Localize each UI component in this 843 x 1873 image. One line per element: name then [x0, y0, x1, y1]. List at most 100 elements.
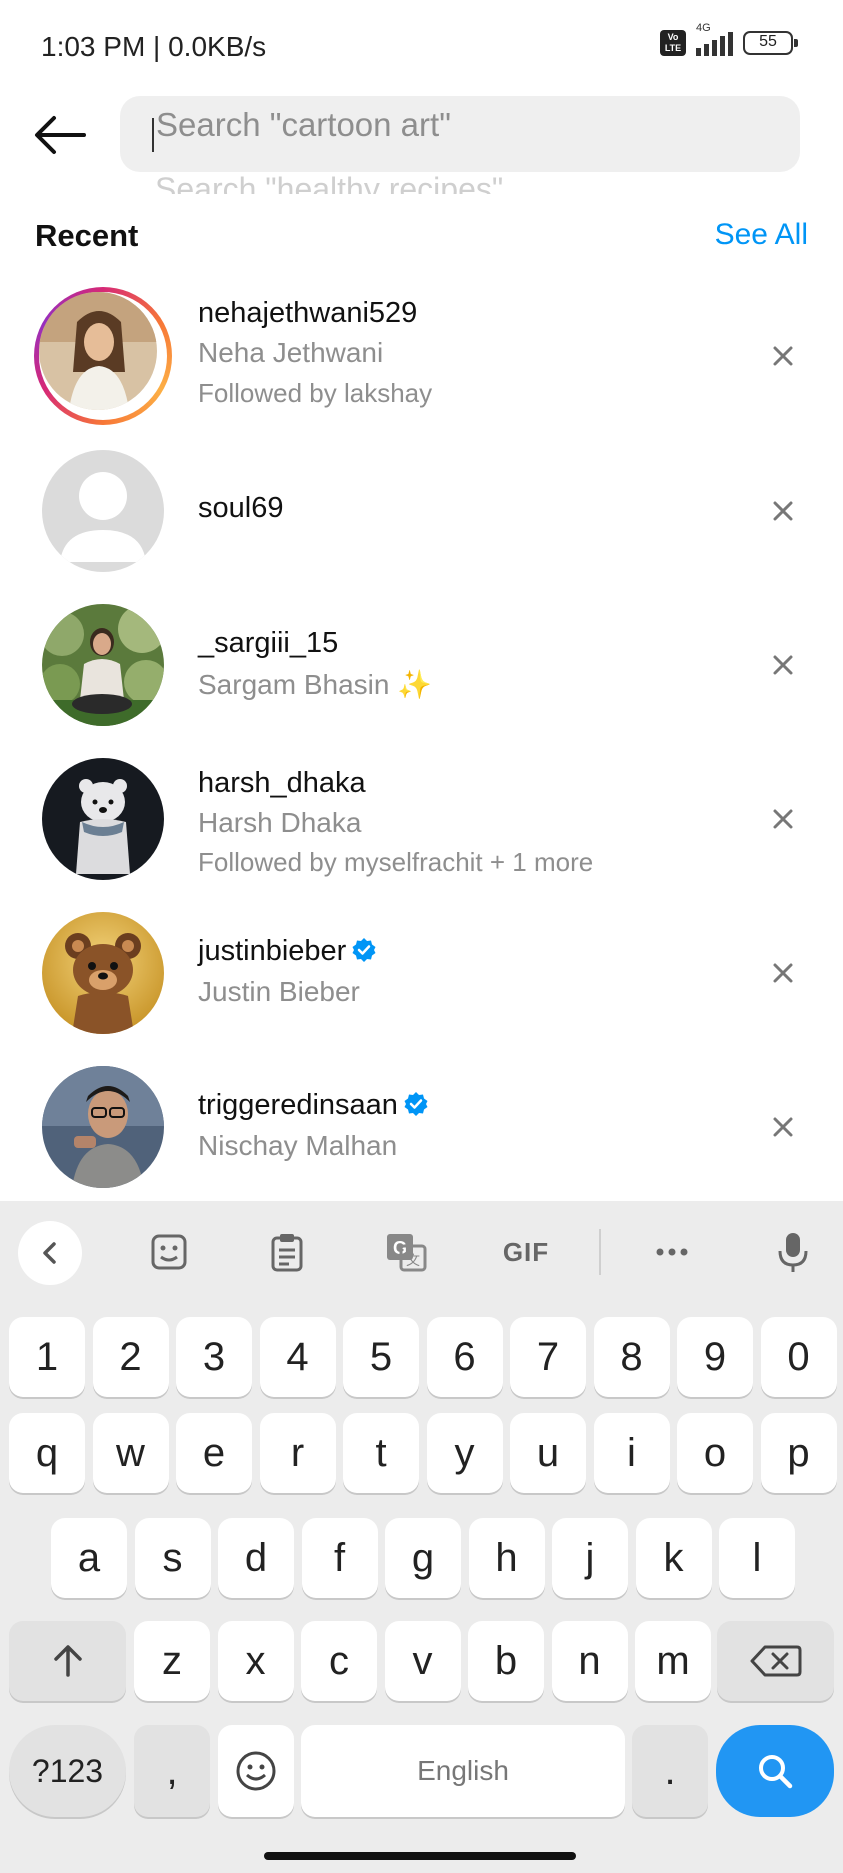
- avatar: [42, 758, 164, 880]
- text-caret: [152, 118, 154, 152]
- shift-icon: [53, 1645, 82, 1677]
- key-m[interactable]: m: [635, 1621, 711, 1701]
- voice-input-button[interactable]: [762, 1221, 824, 1283]
- key-b[interactable]: b: [468, 1621, 544, 1701]
- search-icon: [759, 1755, 793, 1789]
- key-o[interactable]: o: [677, 1413, 753, 1493]
- account-username: triggeredinsaan: [198, 1089, 430, 1122]
- key-y[interactable]: y: [426, 1413, 503, 1493]
- keyboard-toolbar: G文 GIF: [0, 1201, 843, 1301]
- collapse-toolbar-button[interactable]: [18, 1221, 82, 1285]
- verified-badge-icon: [404, 1092, 428, 1116]
- sticker-button[interactable]: [138, 1221, 200, 1283]
- avatar: [39, 292, 157, 410]
- symbols-key[interactable]: ?123: [9, 1725, 126, 1817]
- avatar: [42, 912, 164, 1034]
- key-p[interactable]: p: [760, 1413, 837, 1493]
- key-r[interactable]: r: [259, 1413, 336, 1493]
- recent-account-row[interactable]: harsh_dhaka Harsh Dhaka Followed by myse…: [0, 747, 843, 901]
- status-bar: 1:03 PM | 0.0KB/s Vo LTE 4G 55: [0, 0, 843, 96]
- remove-icon[interactable]: [768, 804, 798, 834]
- avatar-placeholder: [42, 450, 164, 572]
- backspace-key[interactable]: [717, 1621, 834, 1701]
- key-v[interactable]: v: [384, 1621, 461, 1701]
- home-indicator: [264, 1852, 576, 1860]
- recent-account-row[interactable]: soul69: [0, 439, 843, 593]
- key-6[interactable]: 6: [426, 1317, 503, 1397]
- keyboard: G文 GIF 1234567890 qwertyuiop asdfghjkl zxcv…: [0, 1201, 843, 1873]
- key-j[interactable]: j: [552, 1518, 628, 1598]
- recent-account-row[interactable]: justinbieber Justin Bieber: [0, 901, 843, 1055]
- backspace-icon: [750, 1645, 801, 1677]
- arrow-left-icon: [35, 116, 86, 154]
- key-3[interactable]: 3: [176, 1317, 252, 1397]
- key-0[interactable]: 0: [760, 1317, 837, 1397]
- key-l[interactable]: l: [719, 1518, 795, 1598]
- key-2[interactable]: 2: [92, 1317, 169, 1397]
- status-time: 1:03 PM | 0.0KB/s: [41, 31, 267, 62]
- story-ring[interactable]: [34, 287, 172, 425]
- translate-button[interactable]: G文: [375, 1221, 437, 1283]
- key-w[interactable]: w: [92, 1413, 169, 1493]
- comma-key[interactable]: ,: [134, 1725, 210, 1817]
- key-8[interactable]: 8: [593, 1317, 670, 1397]
- key-q[interactable]: q: [9, 1413, 85, 1493]
- recent-account-row[interactable]: triggeredinsaan Nischay Malhan: [0, 1055, 843, 1209]
- recent-account-row[interactable]: nehajethwani529 Neha Jethwani Followed b…: [0, 283, 843, 437]
- key-z[interactable]: z: [134, 1621, 210, 1701]
- translate-icon: G文: [387, 1234, 427, 1272]
- key-s[interactable]: s: [134, 1518, 211, 1598]
- search-key[interactable]: [716, 1725, 834, 1817]
- key-e[interactable]: e: [176, 1413, 252, 1493]
- key-7[interactable]: 7: [510, 1317, 586, 1397]
- key-4[interactable]: 4: [259, 1317, 336, 1397]
- volte-icon: Vo LTE: [660, 30, 686, 56]
- avatar: [42, 604, 164, 726]
- search-input[interactable]: Search "cartoon art": [120, 96, 800, 172]
- key-x[interactable]: x: [217, 1621, 294, 1701]
- search-placeholder: Search "cartoon art": [156, 106, 451, 143]
- period-key[interactable]: .: [632, 1725, 708, 1817]
- key-k[interactable]: k: [635, 1518, 712, 1598]
- screen: 1:03 PM | 0.0KB/s Vo LTE 4G 55 Search "ca…: [0, 0, 843, 1873]
- key-5[interactable]: 5: [343, 1317, 419, 1397]
- mic-icon: [778, 1233, 808, 1272]
- account-followed-by: Followed by myselfrachit + 1 more: [198, 847, 594, 877]
- key-n[interactable]: n: [551, 1621, 628, 1701]
- account-full-name: Justin Bieber: [198, 976, 360, 1007]
- remove-icon[interactable]: [768, 958, 798, 988]
- space-key[interactable]: English: [301, 1725, 625, 1817]
- back-button[interactable]: [32, 110, 92, 160]
- verified-badge-icon: [352, 938, 376, 962]
- remove-icon[interactable]: [768, 1112, 798, 1142]
- clipboard-button[interactable]: [256, 1221, 318, 1283]
- key-h[interactable]: h: [468, 1518, 545, 1598]
- account-username: _sargiii_15: [198, 627, 339, 659]
- key-f[interactable]: f: [301, 1518, 378, 1598]
- emoji-key[interactable]: [218, 1725, 294, 1817]
- battery-icon: 55: [743, 31, 798, 55]
- remove-icon[interactable]: [768, 650, 798, 680]
- key-i[interactable]: i: [593, 1413, 670, 1493]
- key-1[interactable]: 1: [9, 1317, 85, 1397]
- recent-account-row[interactable]: _sargiii_15 Sargam Bhasin ✨: [0, 593, 843, 747]
- key-d[interactable]: d: [218, 1518, 294, 1598]
- toolbar-divider: [599, 1229, 601, 1275]
- more-icon: [656, 1248, 688, 1256]
- key-a[interactable]: a: [51, 1518, 127, 1598]
- key-g[interactable]: g: [385, 1518, 461, 1598]
- key-9[interactable]: 9: [677, 1317, 753, 1397]
- remove-icon[interactable]: [768, 341, 798, 371]
- see-all-link[interactable]: See All: [715, 218, 808, 252]
- shift-key[interactable]: [9, 1621, 126, 1701]
- key-t[interactable]: t: [343, 1413, 419, 1493]
- remove-icon[interactable]: [768, 496, 798, 526]
- key-u[interactable]: u: [510, 1413, 586, 1493]
- account-full-name: Nischay Malhan: [198, 1130, 398, 1161]
- gif-button[interactable]: GIF: [495, 1221, 557, 1283]
- more-button[interactable]: [641, 1221, 703, 1283]
- account-username: justinbieber: [198, 935, 378, 968]
- status-icons: Vo LTE 4G 55: [660, 22, 798, 56]
- key-c[interactable]: c: [301, 1621, 377, 1701]
- network-type: 4G: [696, 22, 711, 34]
